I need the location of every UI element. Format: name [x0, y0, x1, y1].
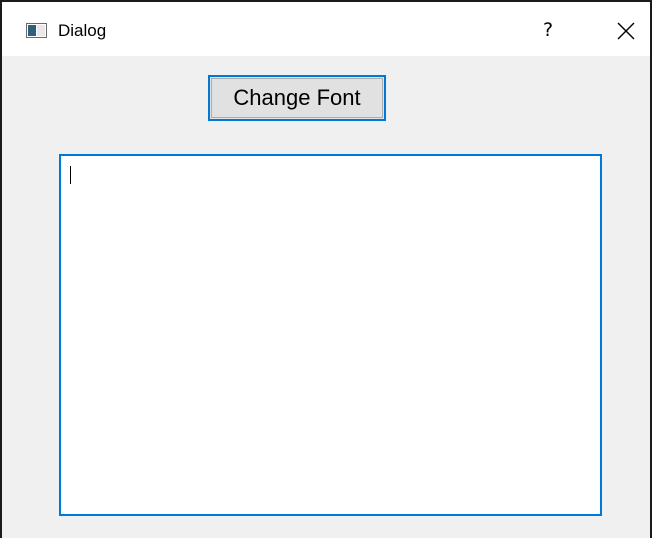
text-cursor — [70, 166, 71, 184]
window-title: Dialog — [58, 21, 107, 40]
change-font-button[interactable]: Change Font — [208, 75, 386, 121]
help-button[interactable]: ? — [538, 18, 558, 42]
dialog-window: Dialog ? Change Font — [0, 0, 652, 538]
title-bar[interactable]: Dialog ? — [2, 2, 650, 56]
dialog-content: Change Font — [2, 56, 650, 538]
app-window-icon — [26, 23, 47, 38]
close-button[interactable] — [614, 19, 638, 43]
text-edit[interactable] — [59, 154, 602, 516]
close-icon — [617, 22, 635, 40]
change-font-button-label: Change Font — [233, 85, 361, 110]
